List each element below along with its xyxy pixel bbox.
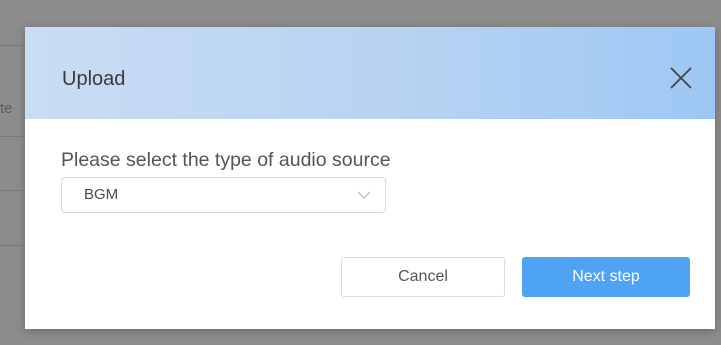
select-value: BGM: [84, 186, 119, 203]
audio-source-select[interactable]: BGM: [61, 177, 386, 213]
next-step-button[interactable]: Next step: [522, 257, 690, 297]
cancel-button[interactable]: Cancel: [341, 257, 505, 297]
upload-dialog: Upload Please select the type of audio s…: [25, 27, 715, 329]
close-button[interactable]: [667, 64, 695, 92]
background-partial-text: te: [0, 100, 13, 117]
dialog-header: Upload: [25, 27, 715, 119]
close-icon: [670, 67, 692, 89]
audio-source-label: Please select the type of audio source: [61, 149, 391, 171]
dialog-title: Upload: [62, 68, 126, 90]
chevron-down-icon: [357, 191, 371, 199]
